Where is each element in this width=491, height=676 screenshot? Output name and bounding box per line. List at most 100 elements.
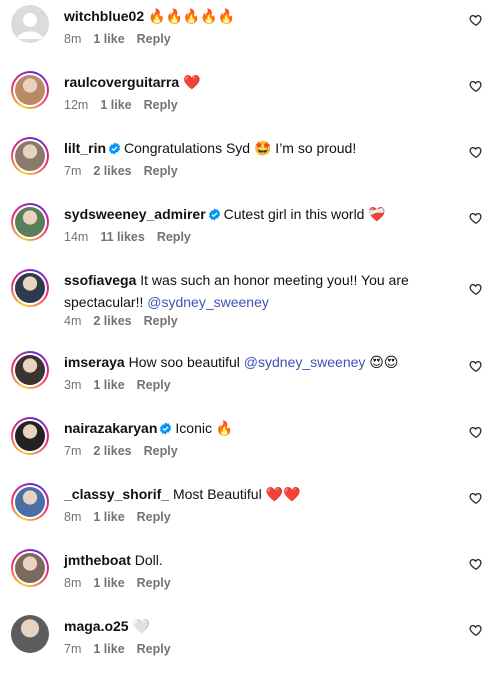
- heart-outline-icon[interactable]: [469, 491, 483, 505]
- user-avatar[interactable]: [11, 71, 49, 109]
- heart-outline-icon[interactable]: [469, 282, 483, 296]
- comment-meta: 14m 11 likes Reply: [64, 230, 203, 244]
- timestamp: 14m: [64, 230, 89, 244]
- username-link[interactable]: witchblue02: [64, 8, 144, 24]
- comment-meta: 8m 1 like Reply: [64, 32, 183, 46]
- mention-link[interactable]: @sydney_sweeney: [147, 294, 269, 310]
- comment-body: Most Beautiful ❤️❤️: [169, 486, 301, 502]
- comment-meta: 3m 1 like Reply: [64, 378, 183, 392]
- username-link[interactable]: nairazakaryan: [64, 420, 157, 436]
- comment-row: _classy_shorif_ Most Beautiful ❤️❤️ 8m 1 l…: [0, 478, 491, 544]
- username-link[interactable]: _classy_shorif_: [64, 486, 169, 502]
- comment-row: witchblue02 🔥🔥🔥🔥🔥 8m 1 like Reply: [0, 0, 491, 66]
- comment-row: ssofiavega It was such an honor meeting …: [0, 264, 491, 330]
- timestamp: 8m: [64, 576, 82, 590]
- like-count[interactable]: 1 like: [93, 32, 124, 46]
- comment-meta: 7m 1 like Reply: [64, 642, 183, 656]
- username-link[interactable]: ssofiavega: [64, 272, 136, 288]
- comment-row: lilt_rin Congratulations Syd 🤩 I’m so pro…: [0, 132, 491, 198]
- comment-meta: 12m 1 like Reply: [64, 98, 190, 112]
- reply-button[interactable]: Reply: [137, 32, 171, 46]
- like-count[interactable]: 1 like: [93, 378, 124, 392]
- comment-meta: 8m 1 like Reply: [64, 510, 183, 524]
- reply-button[interactable]: Reply: [144, 164, 178, 178]
- reply-button[interactable]: Reply: [144, 444, 178, 458]
- comment-text: raulcoverguitarra ❤️: [64, 71, 451, 93]
- username-link[interactable]: imseraya: [64, 354, 125, 370]
- verified-badge-icon: [159, 419, 172, 435]
- user-avatar[interactable]: [11, 417, 49, 455]
- like-count[interactable]: 11 likes: [100, 230, 145, 244]
- comment-text: _classy_shorif_ Most Beautiful ❤️❤️: [64, 483, 451, 505]
- comment-body: Iconic 🔥: [175, 420, 234, 436]
- mention-link[interactable]: @sydney_sweeney: [244, 354, 366, 370]
- comment-row: raulcoverguitarra ❤️ 12m 1 like Reply: [0, 66, 491, 132]
- comment-text: witchblue02 🔥🔥🔥🔥🔥: [64, 5, 451, 27]
- comment-body: ❤️: [179, 74, 201, 90]
- comment-text: lilt_rin Congratulations Syd 🤩 I’m so pro…: [64, 137, 451, 159]
- timestamp: 3m: [64, 378, 82, 392]
- comment-row: nairazakaryan Iconic 🔥 7m 2 likes Reply: [0, 412, 491, 478]
- comment-row: sydsweeney_admirer Cutest girl in this wo…: [0, 198, 491, 264]
- verified-badge-icon: [208, 205, 221, 221]
- reply-button[interactable]: Reply: [157, 230, 191, 244]
- user-avatar[interactable]: [11, 137, 49, 175]
- comment-row: jmtheboat Doll. 8m 1 like Reply: [0, 544, 491, 610]
- comment-text: jmtheboat Doll.: [64, 549, 451, 571]
- comment-body: Doll.: [130, 552, 163, 568]
- heart-outline-icon[interactable]: [469, 623, 483, 637]
- user-avatar[interactable]: [11, 351, 49, 389]
- comment-body: Congratulations Syd 🤩 I’m so proud!: [124, 140, 357, 156]
- comment-text: maga.o25 🤍: [64, 615, 451, 637]
- heart-outline-icon[interactable]: [469, 425, 483, 439]
- reply-button[interactable]: Reply: [137, 378, 171, 392]
- comment-body: 🔥🔥🔥🔥🔥: [144, 8, 236, 24]
- heart-outline-icon[interactable]: [469, 359, 483, 373]
- heart-outline-icon[interactable]: [469, 13, 483, 27]
- username-link[interactable]: lilt_rin: [64, 140, 106, 156]
- like-count[interactable]: 1 like: [93, 576, 124, 590]
- like-count[interactable]: 2 likes: [93, 444, 131, 458]
- reply-button[interactable]: Reply: [137, 510, 171, 524]
- timestamp: 7m: [64, 642, 82, 656]
- timestamp: 7m: [64, 444, 82, 458]
- heart-outline-icon[interactable]: [469, 79, 483, 93]
- heart-outline-icon[interactable]: [469, 557, 483, 571]
- comment-row: imseraya How soo beautiful @sydney_sween…: [0, 346, 491, 412]
- timestamp: 8m: [64, 510, 82, 524]
- verified-badge-icon: [108, 139, 121, 155]
- timestamp: 12m: [64, 98, 89, 112]
- like-count[interactable]: 1 like: [93, 642, 124, 656]
- username-link[interactable]: raulcoverguitarra: [64, 74, 179, 90]
- timestamp: 4m: [64, 314, 82, 328]
- like-count[interactable]: 1 like: [100, 98, 131, 112]
- comment-body: 🤍: [128, 618, 150, 634]
- user-avatar[interactable]: [11, 483, 49, 521]
- user-avatar[interactable]: [11, 549, 49, 587]
- user-avatar[interactable]: [11, 203, 49, 241]
- heart-outline-icon[interactable]: [469, 145, 483, 159]
- comment-row: maga.o25 🤍 7m 1 like Reply: [0, 610, 491, 676]
- reply-button[interactable]: Reply: [137, 642, 171, 656]
- comment-text: nairazakaryan Iconic 🔥: [64, 417, 451, 439]
- user-avatar[interactable]: [11, 5, 49, 43]
- username-link[interactable]: jmtheboat: [64, 552, 131, 568]
- user-avatar[interactable]: [11, 269, 49, 307]
- like-count[interactable]: 2 likes: [93, 314, 131, 328]
- comment-meta: 7m 2 likes Reply: [64, 444, 190, 458]
- comment-text: sydsweeney_admirer Cutest girl in this wo…: [64, 203, 451, 225]
- comment-meta: 4m 2 likes Reply: [64, 314, 190, 328]
- comment-body-tail: 😍😍: [365, 354, 399, 370]
- like-count[interactable]: 1 like: [93, 510, 124, 524]
- heart-outline-icon[interactable]: [469, 211, 483, 225]
- user-avatar[interactable]: [11, 615, 49, 653]
- reply-button[interactable]: Reply: [137, 576, 171, 590]
- username-link[interactable]: sydsweeney_admirer: [64, 206, 206, 222]
- timestamp: 8m: [64, 32, 82, 46]
- reply-button[interactable]: Reply: [144, 98, 178, 112]
- comment-text: ssofiavega It was such an honor meeting …: [64, 269, 451, 313]
- reply-button[interactable]: Reply: [144, 314, 178, 328]
- username-link[interactable]: maga.o25: [64, 618, 129, 634]
- timestamp: 7m: [64, 164, 82, 178]
- like-count[interactable]: 2 likes: [93, 164, 131, 178]
